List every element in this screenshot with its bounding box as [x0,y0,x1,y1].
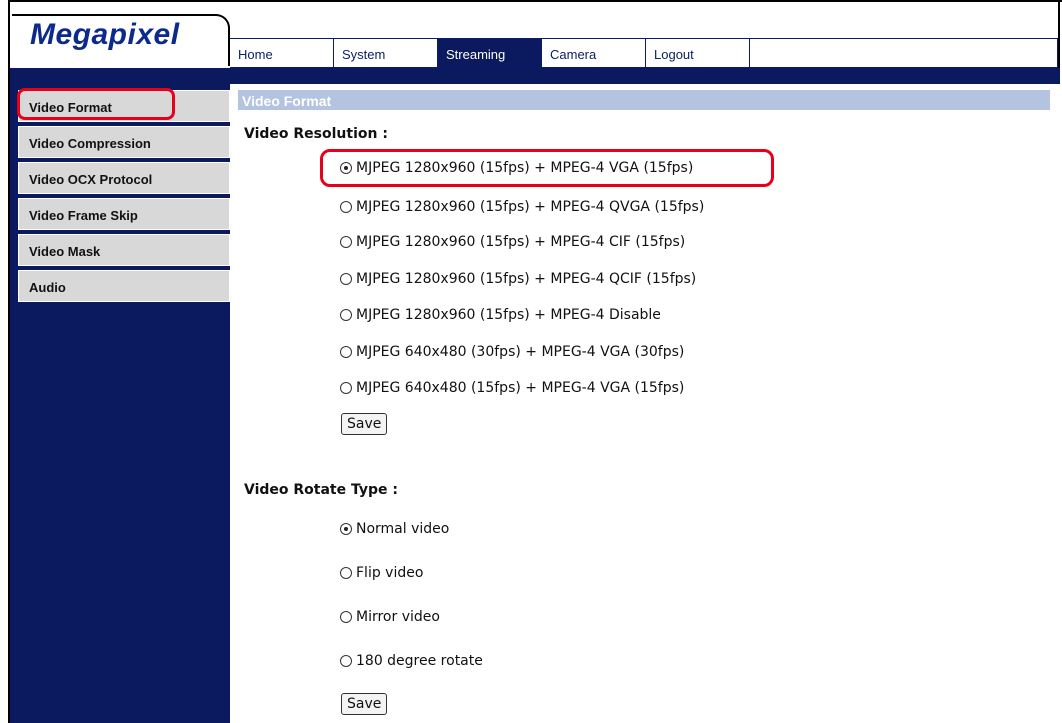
nav-system[interactable]: System [334,39,438,67]
resolution-option[interactable]: MJPEG 1280x960 (15fps) + MPEG-4 Disable [340,305,661,325]
sidebar: Video Format Video Compression Video OCX… [10,84,230,723]
radio-icon[interactable] [340,201,352,213]
video-rotate-label: Video Rotate Type : [244,482,398,498]
sidebar-item-video-frame-skip[interactable]: Video Frame Skip [18,198,230,230]
save-button[interactable]: Save [341,413,388,435]
resolution-option-label: MJPEG 1280x960 (15fps) + MPEG-4 Disable [356,307,661,323]
radio-selected-icon[interactable] [340,523,352,535]
rotate-option[interactable]: Normal video [340,519,449,539]
radio-icon[interactable] [340,273,352,285]
sidebar-item-video-format[interactable]: Video Format [18,90,230,122]
nav-filler [750,39,1058,67]
resolution-option[interactable]: MJPEG 1280x960 (15fps) + MPEG-4 CIF (15f… [340,232,685,252]
resolution-option-label: MJPEG 1280x960 (15fps) + MPEG-4 VGA (15f… [356,160,694,176]
radio-icon[interactable] [340,346,352,358]
radio-icon[interactable] [340,611,352,623]
nav-camera[interactable]: Camera [542,39,646,67]
sidebar-item-video-ocx-protocol[interactable]: Video OCX Protocol [18,162,230,194]
save-button[interactable]: Save [341,693,388,715]
resolution-option[interactable]: MJPEG 640x480 (15fps) + MPEG-4 VGA (15fp… [340,378,684,398]
rotate-option[interactable]: Flip video [340,563,423,583]
resolution-option[interactable]: MJPEG 1280x960 (15fps) + MPEG-4 QVGA (15… [340,197,704,217]
radio-icon[interactable] [340,655,352,667]
rotate-option-label: Mirror video [356,609,440,625]
resolution-option-label: MJPEG 1280x960 (15fps) + MPEG-4 QVGA (15… [356,199,705,215]
rotate-option-label: Normal video [356,521,450,537]
resolution-option-label: MJPEG 1280x960 (15fps) + MPEG-4 QCIF (15… [356,271,697,287]
sidebar-item-audio[interactable]: Audio [18,270,230,302]
header-band [10,68,1060,84]
sidebar-item-video-mask[interactable]: Video Mask [18,234,230,266]
radio-icon[interactable] [340,567,352,579]
top-border [8,0,1062,2]
resolution-option[interactable]: MJPEG 640x480 (30fps) + MPEG-4 VGA (30fp… [340,342,684,362]
rotate-option-label: Flip video [356,565,424,581]
resolution-option-label: MJPEG 640x480 (15fps) + MPEG-4 VGA (15fp… [356,380,685,396]
radio-icon[interactable] [340,236,352,248]
nav-home[interactable]: Home [230,39,334,67]
resolution-option[interactable]: MJPEG 1280x960 (15fps) + MPEG-4 VGA (15f… [340,158,693,178]
radio-selected-icon[interactable] [340,162,352,174]
radio-icon[interactable] [340,382,352,394]
top-nav: Home System Streaming Camera Logout [230,38,1058,68]
nav-logout[interactable]: Logout [646,39,750,67]
rotate-option[interactable]: 180 degree rotate [340,651,483,671]
video-resolution-label: Video Resolution : [244,126,388,142]
nav-streaming[interactable]: Streaming [438,39,542,67]
logo: Megapixel [30,18,180,51]
main-content: Video Format Video Resolution : MJPEG 12… [230,84,1060,723]
resolution-option-label: MJPEG 1280x960 (15fps) + MPEG-4 CIF (15f… [356,234,686,250]
radio-icon[interactable] [340,309,352,321]
sidebar-item-video-compression[interactable]: Video Compression [18,126,230,158]
resolution-option[interactable]: MJPEG 1280x960 (15fps) + MPEG-4 QCIF (15… [340,269,696,289]
rotate-option-label: 180 degree rotate [356,653,483,669]
resolution-option-label: MJPEG 640x480 (30fps) + MPEG-4 VGA (30fp… [356,344,685,360]
section-title: Video Format [238,90,1050,110]
rotate-option[interactable]: Mirror video [340,607,440,627]
